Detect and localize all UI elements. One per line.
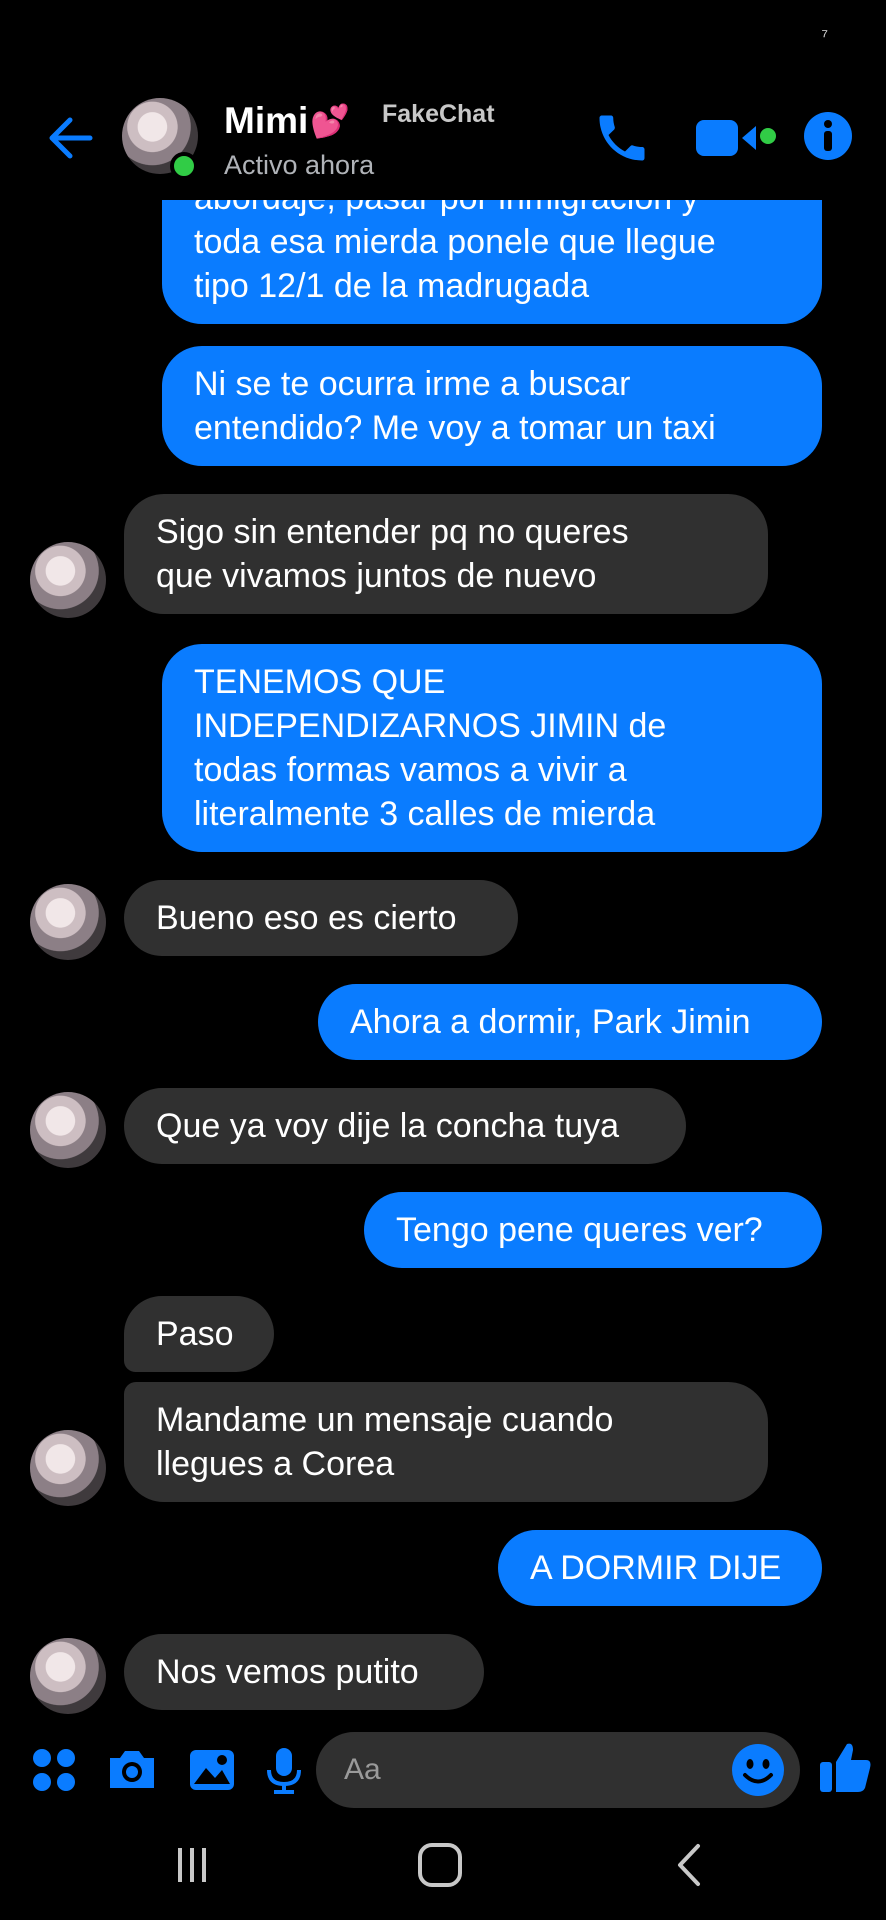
message-bubble-received[interactable]: Paso	[124, 1296, 274, 1372]
message-line: Ahora a dormir, Park Jimin	[350, 1003, 751, 1041]
message-line: tipo 12/1 de la madrugada	[194, 267, 590, 305]
contact-name-text: Mimi	[224, 100, 309, 141]
status-indicator-icon: ⁷	[821, 26, 828, 46]
home-icon[interactable]	[410, 1840, 470, 1890]
message-bubble-sent[interactable]: A DORMIR DIJE	[498, 1530, 822, 1606]
message-bubble-received[interactable]: Sigo sin entender pq no queres que vivam…	[124, 494, 768, 614]
contact-avatar-small[interactable]	[30, 1430, 106, 1506]
video-camera-icon[interactable]	[696, 116, 778, 160]
message-bubble-received[interactable]: Nos vemos putito	[124, 1634, 484, 1710]
contact-status: Activo ahora	[224, 150, 375, 180]
message-bubble-sent[interactable]: Ni se te ocurra irme a buscar entendido?…	[162, 346, 822, 466]
online-indicator	[170, 152, 198, 180]
message-line: literalmente 3 calles de mierda	[194, 795, 656, 833]
system-navigation-bar	[0, 1810, 886, 1920]
message-line: Tengo pene queres ver?	[396, 1211, 763, 1249]
recent-apps-icon[interactable]	[162, 1840, 222, 1890]
camera-icon[interactable]	[104, 1742, 160, 1798]
message-input-container[interactable]	[316, 1732, 800, 1808]
heart-emoji: 💕	[310, 103, 351, 139]
message-line: Bueno eso es cierto	[156, 899, 457, 937]
message-bubble-received[interactable]: Que ya voy dije la concha tuya	[124, 1088, 686, 1164]
message-line: toda esa mierda ponele que llegue	[194, 223, 716, 261]
message-line: llegues a Corea	[156, 1445, 395, 1483]
message-list[interactable]: abordaje, pasar por inmigración y toda e…	[0, 200, 886, 1730]
message-line: Sigo sin entender pq no queres	[156, 513, 629, 551]
watermark: FakeChat	[382, 100, 495, 128]
message-bubble-sent[interactable]: abordaje, pasar por inmigración y toda e…	[162, 200, 822, 324]
contact-avatar-small[interactable]	[30, 1092, 106, 1168]
contact-avatar-small[interactable]	[30, 542, 106, 618]
message-line: A DORMIR DIJE	[530, 1549, 782, 1587]
contact-avatar-small[interactable]	[30, 1638, 106, 1714]
chat-header: Mimi 💕 Activo ahora	[0, 80, 886, 200]
status-bar: ⁷	[0, 0, 886, 80]
image-icon[interactable]	[184, 1742, 240, 1798]
message-line: Ni se te ocurra irme a buscar	[194, 365, 631, 403]
contact-avatar-small[interactable]	[30, 884, 106, 960]
message-bubble-received[interactable]: Bueno eso es cierto	[124, 880, 518, 956]
message-line: TENEMOS QUE	[194, 663, 446, 701]
apps-grid-icon[interactable]	[26, 1742, 82, 1798]
message-line: que vivamos juntos de nuevo	[156, 557, 597, 595]
message-bubble-sent[interactable]: Tengo pene queres ver?	[364, 1192, 822, 1268]
message-line: Mandame un mensaje cuando	[156, 1401, 614, 1439]
back-arrow-icon[interactable]	[40, 110, 96, 166]
phone-icon[interactable]	[592, 108, 652, 168]
message-line: INDEPENDIZARNOS JIMIN de	[194, 707, 667, 745]
message-bubble-sent[interactable]: TENEMOS QUE INDEPENDIZARNOS JIMIN de tod…	[162, 644, 822, 852]
contact-name[interactable]: Mimi 💕	[224, 100, 350, 142]
message-line: todas formas vamos a vivir a	[194, 751, 627, 789]
message-line: Que ya voy dije la concha tuya	[156, 1107, 620, 1145]
thumbs-up-icon[interactable]	[816, 1738, 874, 1796]
message-input[interactable]	[344, 1732, 724, 1808]
message-line: Nos vemos putito	[156, 1653, 419, 1691]
back-icon[interactable]	[660, 1840, 720, 1890]
info-icon[interactable]	[802, 110, 854, 162]
message-bubble-sent[interactable]: Ahora a dormir, Park Jimin	[318, 984, 822, 1060]
message-bubble-received[interactable]: Mandame un mensaje cuando llegues a Core…	[124, 1382, 768, 1502]
composer-bar	[0, 1730, 886, 1810]
message-line: abordaje, pasar por inmigración y	[194, 200, 790, 220]
microphone-icon[interactable]	[256, 1742, 312, 1798]
message-line: entendido? Me voy a tomar un taxi	[194, 409, 716, 447]
emoji-icon[interactable]	[730, 1742, 786, 1798]
message-line: Paso	[156, 1315, 234, 1353]
